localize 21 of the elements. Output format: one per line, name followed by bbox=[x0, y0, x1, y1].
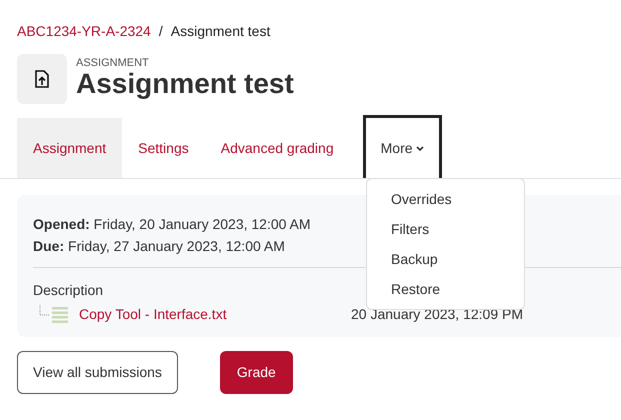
more-menu-tab[interactable]: More bbox=[362, 115, 442, 178]
tab[interactable]: Assignment bbox=[17, 118, 122, 178]
caret-icon bbox=[416, 146, 424, 152]
menu-item[interactable]: Restore bbox=[367, 274, 524, 304]
menu-item[interactable]: Backup bbox=[367, 244, 524, 274]
menu-item[interactable]: Overrides bbox=[367, 184, 524, 214]
tab[interactable]: Settings bbox=[122, 118, 205, 178]
menu-item[interactable]: Filters bbox=[367, 214, 524, 244]
page-title: Assignment test bbox=[76, 69, 294, 100]
page-pretitle: ASSIGNMENT bbox=[76, 58, 150, 70]
view-submissions-button[interactable]: View all submissions bbox=[17, 351, 178, 394]
breadcrumb-link[interactable]: ABC1234-YR-A-2324 bbox=[17, 20, 151, 42]
file-upload-icon bbox=[35, 70, 49, 88]
file-link[interactable]: Copy Tool - Interface.txt bbox=[79, 304, 351, 324]
date-line: Opened: Friday, 20 January 2023, 12:00 AM bbox=[33, 215, 311, 234]
breadcrumb-current: Assignment test bbox=[170, 22, 270, 41]
description-label: Description bbox=[33, 281, 104, 300]
date-line: Due: Friday, 27 January 2023, 12:00 AM bbox=[33, 237, 285, 256]
breadcrumb-separator: / bbox=[158, 22, 163, 40]
tab[interactable]: Advanced grading bbox=[204, 118, 350, 178]
grade-button[interactable]: Grade bbox=[220, 351, 293, 394]
